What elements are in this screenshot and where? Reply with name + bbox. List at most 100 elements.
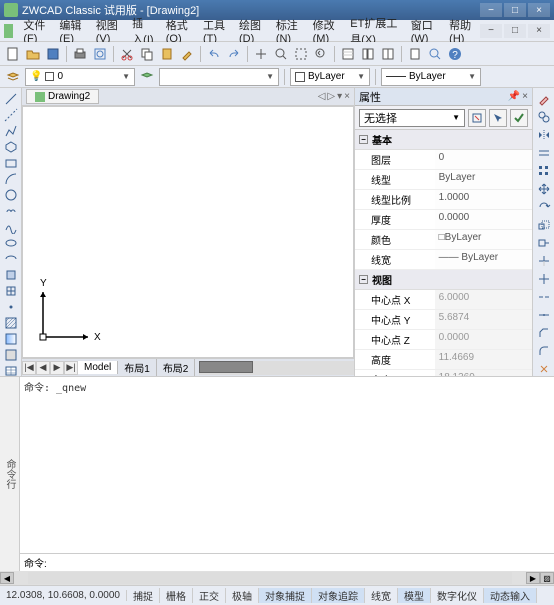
move-tool[interactable]	[536, 182, 552, 196]
property-row[interactable]: 线型比例1.0000	[355, 190, 532, 210]
fillet-tool[interactable]	[536, 344, 552, 358]
command-input[interactable]: 命令:	[20, 553, 554, 571]
drawing-canvas[interactable]: X Y	[22, 106, 354, 358]
construction-line-tool[interactable]	[3, 108, 19, 122]
property-value[interactable]: 0.0000	[435, 210, 532, 229]
help-button[interactable]: ?	[446, 45, 464, 63]
ellipse-arc-tool[interactable]	[3, 252, 19, 266]
minimize-button[interactable]: −	[480, 3, 502, 17]
offset-tool[interactable]	[536, 146, 552, 160]
extend-tool[interactable]	[536, 272, 552, 286]
tab-nav-last[interactable]: ▶|	[64, 361, 78, 375]
properties-button[interactable]	[339, 45, 357, 63]
tab-list-icon[interactable]: ▾	[337, 91, 342, 102]
pin-icon[interactable]: 📌	[508, 91, 520, 102]
linetype-combo[interactable]: ByLayer ▼	[381, 68, 481, 86]
gradient-tool[interactable]	[3, 332, 19, 346]
layer-manager-button[interactable]	[4, 68, 22, 86]
circle-tool[interactable]	[3, 188, 19, 202]
toggle-pickadd-button[interactable]	[510, 109, 528, 127]
status-polar[interactable]: 极轴	[226, 588, 259, 603]
break-tool[interactable]	[536, 290, 552, 304]
revision-cloud-tool[interactable]	[3, 204, 19, 218]
quick-select-button[interactable]	[468, 109, 486, 127]
copy-button[interactable]	[138, 45, 156, 63]
property-row[interactable]: 高度11.4669	[355, 350, 532, 370]
tab-nav-first[interactable]: |◀	[22, 361, 36, 375]
tab-model[interactable]: Model	[78, 361, 118, 374]
property-row[interactable]: 中心点 Y5.6874	[355, 310, 532, 330]
print-button[interactable]	[71, 45, 89, 63]
status-lweight[interactable]: 线宽	[365, 588, 398, 603]
array-tool[interactable]	[536, 164, 552, 178]
property-row[interactable]: 线型ByLayer	[355, 170, 532, 190]
tab-nav-prev[interactable]: ◀	[36, 361, 50, 375]
property-group-header[interactable]: −视图	[355, 270, 532, 290]
select-objects-button[interactable]	[489, 109, 507, 127]
layer-prev-button[interactable]	[138, 68, 156, 86]
zoom-prev-button[interactable]	[312, 45, 330, 63]
status-ortho[interactable]: 正交	[193, 588, 226, 603]
coordinates-display[interactable]: 12.0308, 10.6608, 0.0000	[0, 590, 127, 601]
status-osnap[interactable]: 对象捕捉	[259, 588, 312, 603]
color-combo[interactable]: ByLayer ▼	[290, 68, 370, 86]
chamfer-tool[interactable]	[536, 326, 552, 340]
insert-block-tool[interactable]	[3, 268, 19, 282]
property-group-header[interactable]: −基本	[355, 130, 532, 150]
polyline-tool[interactable]	[3, 124, 19, 138]
doc-close-button[interactable]: ×	[528, 24, 550, 38]
maximize-button[interactable]: □	[504, 3, 526, 17]
status-snap[interactable]: 捕捉	[127, 588, 160, 603]
props-spacer-combo[interactable]: ▼	[159, 68, 279, 86]
undo-button[interactable]	[205, 45, 223, 63]
point-tool[interactable]	[3, 300, 19, 314]
line-tool[interactable]	[3, 92, 19, 106]
design-center-button[interactable]	[359, 45, 377, 63]
doc-minimize-button[interactable]: −	[480, 24, 502, 38]
property-value[interactable]: □ByLayer	[435, 230, 532, 249]
tab-nav-next[interactable]: ▶	[50, 361, 64, 375]
tab-next-icon[interactable]: ▷	[327, 91, 335, 102]
property-value[interactable]: 0	[435, 150, 532, 169]
matchprop-button[interactable]	[178, 45, 196, 63]
region-tool[interactable]	[3, 348, 19, 362]
trim-tool[interactable]	[536, 254, 552, 268]
rotate-tool[interactable]	[536, 200, 552, 214]
property-row[interactable]: 线宽—— ByLayer	[355, 250, 532, 270]
zoom-window-button[interactable]	[292, 45, 310, 63]
scroll-right-button[interactable]: ▶	[526, 572, 540, 584]
layer-combo[interactable]: 💡 0 ▼	[25, 68, 135, 86]
explode-tool[interactable]	[536, 362, 552, 376]
status-dyn[interactable]: 动态输入	[484, 588, 537, 603]
command-scrollbar[interactable]: ◀ ▶ ▨	[0, 571, 554, 585]
calc-button[interactable]	[406, 45, 424, 63]
selection-combo[interactable]: 无选择 ▼	[359, 109, 465, 127]
close-button[interactable]: ×	[528, 3, 550, 17]
zoom-button[interactable]	[272, 45, 290, 63]
join-tool[interactable]	[536, 308, 552, 322]
polygon-tool[interactable]	[3, 140, 19, 154]
property-row[interactable]: 中心点 Z0.0000	[355, 330, 532, 350]
status-grid[interactable]: 栅格	[160, 588, 193, 603]
status-tablet[interactable]: 数字化仪	[431, 588, 484, 603]
hatch-tool[interactable]	[3, 316, 19, 330]
horizontal-scrollbar[interactable]	[199, 361, 354, 375]
save-button[interactable]	[44, 45, 62, 63]
property-value[interactable]: —— ByLayer	[435, 250, 532, 269]
document-tab[interactable]: Drawing2	[26, 89, 99, 104]
tab-layout2[interactable]: 布局2	[157, 359, 196, 376]
doc-restore-button[interactable]: □	[504, 24, 526, 38]
make-block-tool[interactable]	[3, 284, 19, 298]
ellipse-tool[interactable]	[3, 236, 19, 250]
paste-button[interactable]	[158, 45, 176, 63]
copy-tool[interactable]	[536, 110, 552, 124]
pan-button[interactable]	[252, 45, 270, 63]
property-row[interactable]: 颜色□ByLayer	[355, 230, 532, 250]
tool-palettes-button[interactable]	[379, 45, 397, 63]
open-button[interactable]	[24, 45, 42, 63]
spline-tool[interactable]	[3, 220, 19, 234]
cut-button[interactable]	[118, 45, 136, 63]
status-model[interactable]: 模型	[398, 588, 431, 603]
arc-tool[interactable]	[3, 172, 19, 186]
mirror-tool[interactable]	[536, 128, 552, 142]
